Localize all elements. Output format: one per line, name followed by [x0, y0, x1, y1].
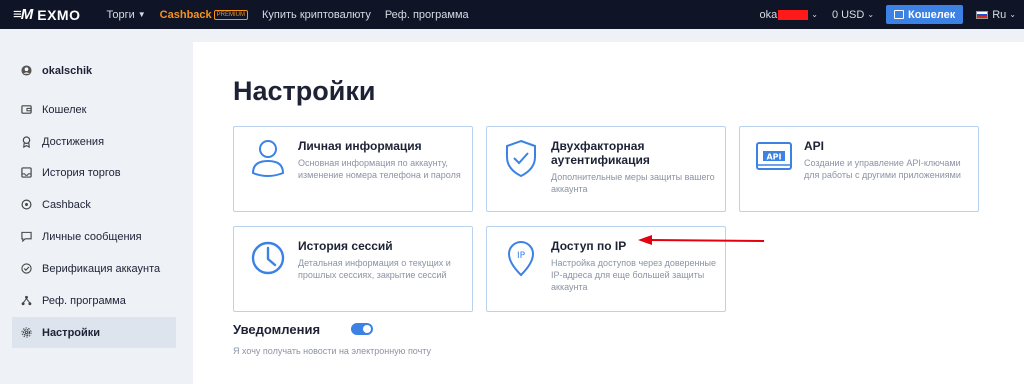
api-icon: API — [756, 142, 792, 170]
card-description: Создание и управление API-ключами для ра… — [804, 158, 961, 180]
cashback-icon — [19, 199, 33, 210]
card-session-history[interactable]: История сессий Детальная информация о те… — [233, 226, 473, 312]
card-description: Детальная информация о текущих и прошлых… — [298, 258, 451, 280]
user-name-prefix: oka — [759, 8, 778, 21]
sidebar-item-label: Реф. программа — [42, 294, 126, 307]
nav-buy-crypto-label: Купить криптовалюту — [262, 8, 371, 21]
card-api[interactable]: API API Создание и управление API-ключам… — [739, 126, 979, 212]
sidebar-item-referral[interactable]: Реф. программа — [12, 285, 176, 316]
wallet-icon — [894, 10, 905, 19]
sidebar-item-label: Cashback — [42, 198, 91, 211]
nav-buy-crypto[interactable]: Купить криптовалюту — [262, 9, 371, 21]
premium-badge: PREMIUM — [213, 9, 248, 20]
sidebar: okalschik Кошелек Достижения История тор… — [0, 29, 190, 384]
logo-mark: ≡M — [13, 6, 33, 23]
card-title: Двухфакторная аутентификация — [551, 139, 650, 167]
chevron-down-icon: ⌄ — [1009, 10, 1016, 19]
verify-icon — [19, 263, 33, 274]
sidebar-item-cashback[interactable]: Cashback — [12, 189, 176, 220]
sidebar-item-messages[interactable]: Личные сообщения — [12, 221, 176, 252]
top-navigation-bar: ≡M EXMO Торги ▼ Cashback PREMIUM Купить … — [0, 0, 1024, 29]
redacted-username — [778, 9, 809, 20]
logo-text: EXMO — [37, 6, 81, 23]
sidebar-item-label: Верификация аккаунта — [42, 262, 161, 275]
nav-trading-label: Торги — [106, 8, 135, 21]
chevron-down-icon: ⌄ — [867, 10, 875, 19]
sidebar-user[interactable]: okalschik — [12, 55, 176, 86]
card-title: Личная информация — [298, 139, 422, 153]
sidebar-username: okalschik — [42, 64, 93, 77]
achievement-icon — [19, 135, 33, 148]
nav-cashback-label: Cashback — [159, 8, 212, 21]
page-title: Настройки — [233, 76, 376, 106]
balance-value: 0 USD — [831, 8, 865, 21]
wallet-icon — [19, 104, 33, 115]
card-title: Доступ по IP — [551, 239, 627, 253]
user-icon — [251, 140, 285, 177]
sidebar-item-label: История торгов — [42, 166, 121, 179]
sidebar-item-wallet[interactable]: Кошелек — [12, 94, 176, 125]
sidebar-item-settings[interactable]: Настройки — [12, 317, 176, 348]
card-ip-access[interactable]: IP Доступ по IP Настройка доступов через… — [486, 226, 726, 312]
sidebar-item-label: Личные сообщения — [42, 230, 142, 243]
notifications-toggle[interactable] — [351, 323, 373, 335]
main-nav: Торги ▼ Cashback PREMIUM Купить криптова… — [106, 9, 482, 21]
notifications-label: Уведомления — [233, 322, 321, 337]
nav-cashback[interactable]: Cashback PREMIUM — [160, 9, 248, 21]
settings-panel: Настройки Личная информация Основная инф… — [193, 42, 1024, 384]
sidebar-item-label: Кошелек — [42, 103, 87, 116]
svg-text:API: API — [766, 153, 781, 162]
card-description: Основная информация по аккаунту, изменен… — [298, 158, 461, 180]
history-icon — [19, 167, 33, 178]
settings-icon — [19, 327, 33, 338]
ip-pin-icon: IP — [507, 241, 535, 277]
notifications-description: Я хочу получать новости на электронную п… — [233, 346, 432, 356]
shield-check-icon — [506, 139, 536, 178]
exmo-logo[interactable]: ≡M EXMO — [13, 6, 80, 23]
wallet-button[interactable]: Кошелек — [886, 5, 964, 24]
account-icon — [19, 65, 33, 76]
language-selector[interactable]: Ru ⌄ — [976, 9, 1016, 21]
nav-trading[interactable]: Торги ▼ — [106, 9, 145, 21]
chevron-down-icon: ⌄ — [811, 10, 818, 19]
card-personal-info[interactable]: Личная информация Основная информация по… — [233, 126, 473, 212]
clock-icon — [251, 241, 285, 275]
card-title: История сессий — [298, 239, 393, 253]
russia-flag-icon — [976, 10, 989, 19]
sidebar-item-label: Достижения — [42, 135, 105, 148]
balance-menu[interactable]: 0 USD ⌄ — [832, 9, 874, 21]
sidebar-item-trade-history[interactable]: История торгов — [12, 157, 176, 188]
message-icon — [19, 231, 33, 242]
language-label: Ru — [992, 8, 1007, 21]
sidebar-item-label: Настройки — [42, 326, 101, 339]
sidebar-item-verification[interactable]: Верификация аккаунта — [12, 253, 176, 284]
user-menu[interactable]: oka ⌄ — [759, 9, 817, 21]
nav-referral-label: Реф. программа — [384, 8, 469, 21]
card-description: Настройка доступов через доверенные IP-а… — [551, 258, 716, 292]
svg-text:IP: IP — [517, 251, 526, 261]
top-right-controls: oka ⌄ 0 USD ⌄ Кошелек Ru ⌄ — [759, 0, 1024, 29]
chevron-down-icon: ▼ — [137, 10, 146, 19]
card-two-factor[interactable]: Двухфакторная аутентификация Дополнитель… — [486, 126, 726, 212]
card-title: API — [804, 139, 825, 153]
toggle-knob — [363, 325, 371, 333]
card-description: Дополнительные меры защиты вашего аккаун… — [551, 172, 715, 194]
wallet-button-label: Кошелек — [908, 8, 956, 21]
nav-referral[interactable]: Реф. программа — [385, 9, 469, 21]
sidebar-item-achievements[interactable]: Достижения — [12, 126, 176, 157]
referral-icon — [19, 295, 33, 306]
